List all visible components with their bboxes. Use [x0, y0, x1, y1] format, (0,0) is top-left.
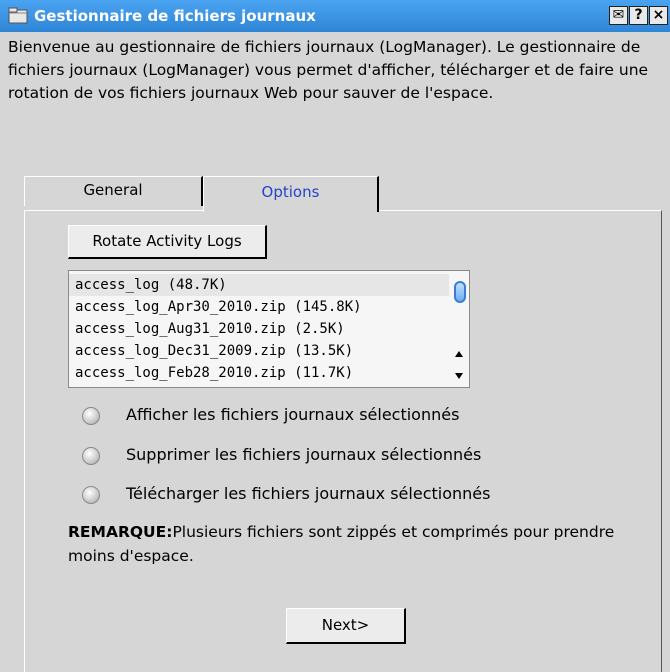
- list-item[interactable]: access_log (48.7K): [69, 274, 449, 296]
- list-item[interactable]: access_log_Apr30_2010.zip (145.8K): [69, 296, 449, 318]
- folder-icon: [8, 7, 28, 24]
- close-button[interactable]: ×: [649, 6, 668, 25]
- list-item[interactable]: access_log_Dec31_2009.zip (13.5K): [69, 340, 449, 362]
- log-manager-window: Gestionnaire de fichiers journaux ✉ ? × …: [0, 0, 670, 672]
- log-file-items: access_log (48.7K) access_log_Apr30_2010…: [69, 274, 449, 384]
- list-item[interactable]: access_log_Aug31_2010.zip (2.5K): [69, 318, 449, 340]
- radio-label: Supprimer les fichiers journaux sélectio…: [126, 445, 482, 464]
- scroll-thumb[interactable]: [454, 281, 466, 303]
- window-title: Gestionnaire de fichiers journaux: [34, 7, 316, 25]
- tab-options[interactable]: Options: [203, 176, 379, 212]
- radio-button[interactable]: [82, 447, 100, 465]
- radio-label: Télécharger les fichiers journaux sélect…: [126, 484, 491, 503]
- scroll-up-arrow-icon[interactable]: [455, 351, 463, 357]
- radio-label: Afficher les fichiers journaux sélection…: [126, 405, 460, 424]
- next-button[interactable]: Next>: [286, 608, 406, 644]
- list-item[interactable]: access_log_Feb28_2010.zip (11.7K): [69, 362, 449, 384]
- help-button[interactable]: ?: [629, 6, 648, 25]
- mail-button[interactable]: ✉: [609, 6, 628, 25]
- rotate-activity-logs-button[interactable]: Rotate Activity Logs: [68, 225, 267, 259]
- intro-text: Bienvenue au gestionnaire de fichiers jo…: [8, 38, 649, 102]
- list-scrollbar[interactable]: [451, 271, 469, 387]
- log-file-list[interactable]: access_log (48.7K) access_log_Apr30_2010…: [68, 270, 470, 388]
- note-text: REMARQUE:Plusieurs fichiers sont zippés …: [68, 520, 628, 568]
- tab-general[interactable]: General: [24, 176, 203, 206]
- radio-button[interactable]: [82, 486, 100, 504]
- note-prefix: REMARQUE:: [68, 523, 173, 541]
- scroll-down-arrow-icon[interactable]: [455, 373, 463, 379]
- radio-button[interactable]: [82, 407, 100, 425]
- title-bar[interactable]: Gestionnaire de fichiers journaux ✉ ? ×: [0, 0, 670, 32]
